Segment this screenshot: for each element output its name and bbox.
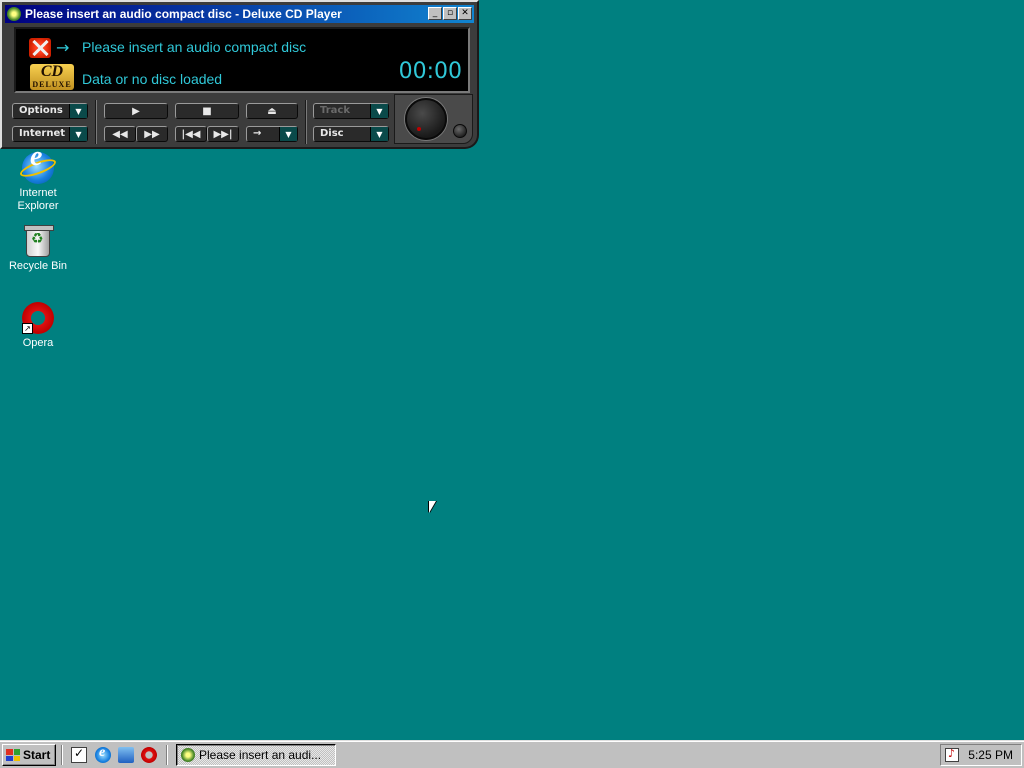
chevron-down-icon[interactable]: ▼ (370, 104, 388, 118)
title-buttons: _ ▫ ✕ (428, 7, 472, 20)
opera-icon[interactable] (141, 747, 157, 763)
taskbar-window-button[interactable]: Please insert an audi... (176, 744, 336, 766)
desktop-icon-label: Recycle Bin (8, 260, 68, 272)
lcd-status-line: Please insert an audio compact disc (82, 39, 307, 55)
system-tray: 5:25 PM (940, 744, 1022, 766)
lcd-display: → Please insert an audio compact disc CD… (14, 27, 470, 93)
internet-explorer-icon (18, 150, 58, 184)
divider (95, 100, 97, 144)
internet-button[interactable]: Internet ▼ (12, 126, 88, 142)
divider (305, 100, 307, 144)
cd-player-window: Please insert an audio compact disc - De… (0, 0, 479, 149)
volume-panel (394, 94, 473, 144)
title-bar[interactable]: Please insert an audio compact disc - De… (5, 5, 474, 23)
internet-explorer-icon[interactable] (95, 745, 111, 763)
taskbar-separator (61, 745, 63, 765)
chevron-down-icon[interactable]: ▼ (69, 127, 87, 141)
shortcut-arrow-icon: ↗ (22, 323, 33, 334)
track-button[interactable]: Track ▼ (313, 103, 389, 119)
cd-deluxe-logo: CD DELUXE (30, 64, 74, 90)
play-mode-button[interactable]: → ▼ (246, 126, 298, 142)
volume-knob[interactable] (405, 98, 447, 140)
restore-icon[interactable]: ▫ (443, 7, 457, 20)
desktop-icon-opera[interactable]: ↗ Opera (2, 302, 74, 350)
fast-forward-button[interactable]: ▶▶ (136, 126, 168, 142)
no-disc-icon (29, 38, 51, 58)
window-title: Please insert an audio compact disc - De… (25, 7, 342, 21)
taskbar-separator (166, 745, 168, 765)
clock[interactable]: 5:25 PM (968, 748, 1013, 762)
desktop-icon-recycle-bin[interactable]: Recycle Bin (2, 225, 74, 273)
outlook-express-icon[interactable] (118, 747, 134, 763)
mouse-cursor-icon (429, 501, 436, 513)
arrow-right-icon: → (56, 38, 70, 57)
close-icon[interactable]: ✕ (458, 7, 472, 20)
windows-logo-icon (6, 749, 20, 761)
desktop-icon-internet-explorer[interactable]: Internet Explorer (2, 150, 74, 213)
eject-button[interactable]: ⏏ (246, 103, 298, 119)
lcd-time: 00:00 (398, 59, 462, 84)
minimize-icon[interactable]: _ (428, 7, 442, 20)
stop-button[interactable]: ■ (175, 103, 239, 119)
disc-button[interactable]: Disc ▼ (313, 126, 389, 142)
lcd-info-line: Data or no disc loaded (82, 71, 223, 87)
start-button[interactable]: Start (2, 744, 56, 766)
taskbar: Start Please insert an audi... 5:25 PM (0, 740, 1024, 768)
opera-icon: ↗ (22, 302, 54, 334)
options-button[interactable]: Options ▼ (12, 103, 88, 119)
chevron-down-icon[interactable]: ▼ (279, 127, 297, 141)
knob-indicator (417, 127, 421, 131)
cd-player-tray-icon[interactable] (945, 747, 959, 762)
balance-knob[interactable] (453, 124, 467, 138)
next-track-button[interactable]: ▶▶| (207, 126, 239, 142)
recycle-bin-icon (24, 225, 54, 257)
rewind-button[interactable]: ◀◀ (104, 126, 136, 142)
previous-track-button[interactable]: |◀◀ (175, 126, 207, 142)
cd-player-icon (7, 7, 21, 21)
cd-player-icon (181, 748, 195, 762)
desktop-icon-label: Opera (22, 337, 54, 349)
play-button[interactable]: ▶ (104, 103, 168, 119)
show-desktop-icon[interactable] (71, 746, 87, 763)
chevron-down-icon[interactable]: ▼ (69, 104, 87, 118)
chevron-down-icon[interactable]: ▼ (370, 127, 388, 141)
desktop-icon-label: Internet Explorer (17, 187, 59, 212)
